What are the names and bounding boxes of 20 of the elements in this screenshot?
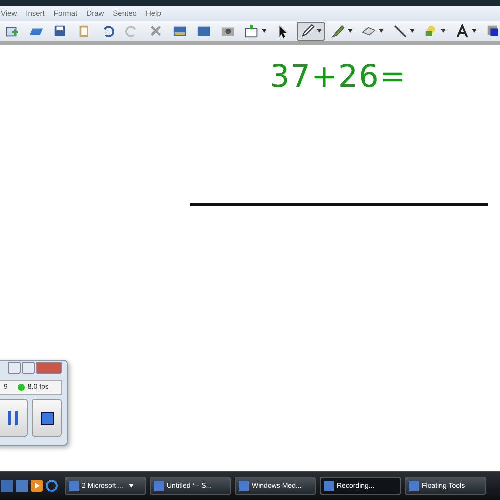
undo-icon xyxy=(101,24,116,38)
play-icon[interactable] xyxy=(31,480,43,492)
line-icon xyxy=(393,24,408,38)
minimize-button[interactable] xyxy=(8,362,21,374)
toolbar-button[interactable] xyxy=(297,22,325,40)
browser-icon[interactable] xyxy=(46,480,58,492)
fill-icon xyxy=(486,24,500,38)
stop-button[interactable] xyxy=(32,399,62,437)
text-icon xyxy=(455,24,470,38)
delete-icon xyxy=(149,24,164,38)
status-dot xyxy=(18,384,25,391)
pause-icon xyxy=(7,410,19,426)
save-icon xyxy=(53,24,68,38)
maximize-button[interactable] xyxy=(22,362,35,374)
pause-button[interactable] xyxy=(0,399,28,437)
pen-icon xyxy=(300,24,315,38)
creative-pen-icon xyxy=(331,24,346,38)
stop-icon xyxy=(40,412,54,424)
insert-icon xyxy=(245,24,260,38)
handwritten-equation: 37+26= xyxy=(270,59,407,95)
